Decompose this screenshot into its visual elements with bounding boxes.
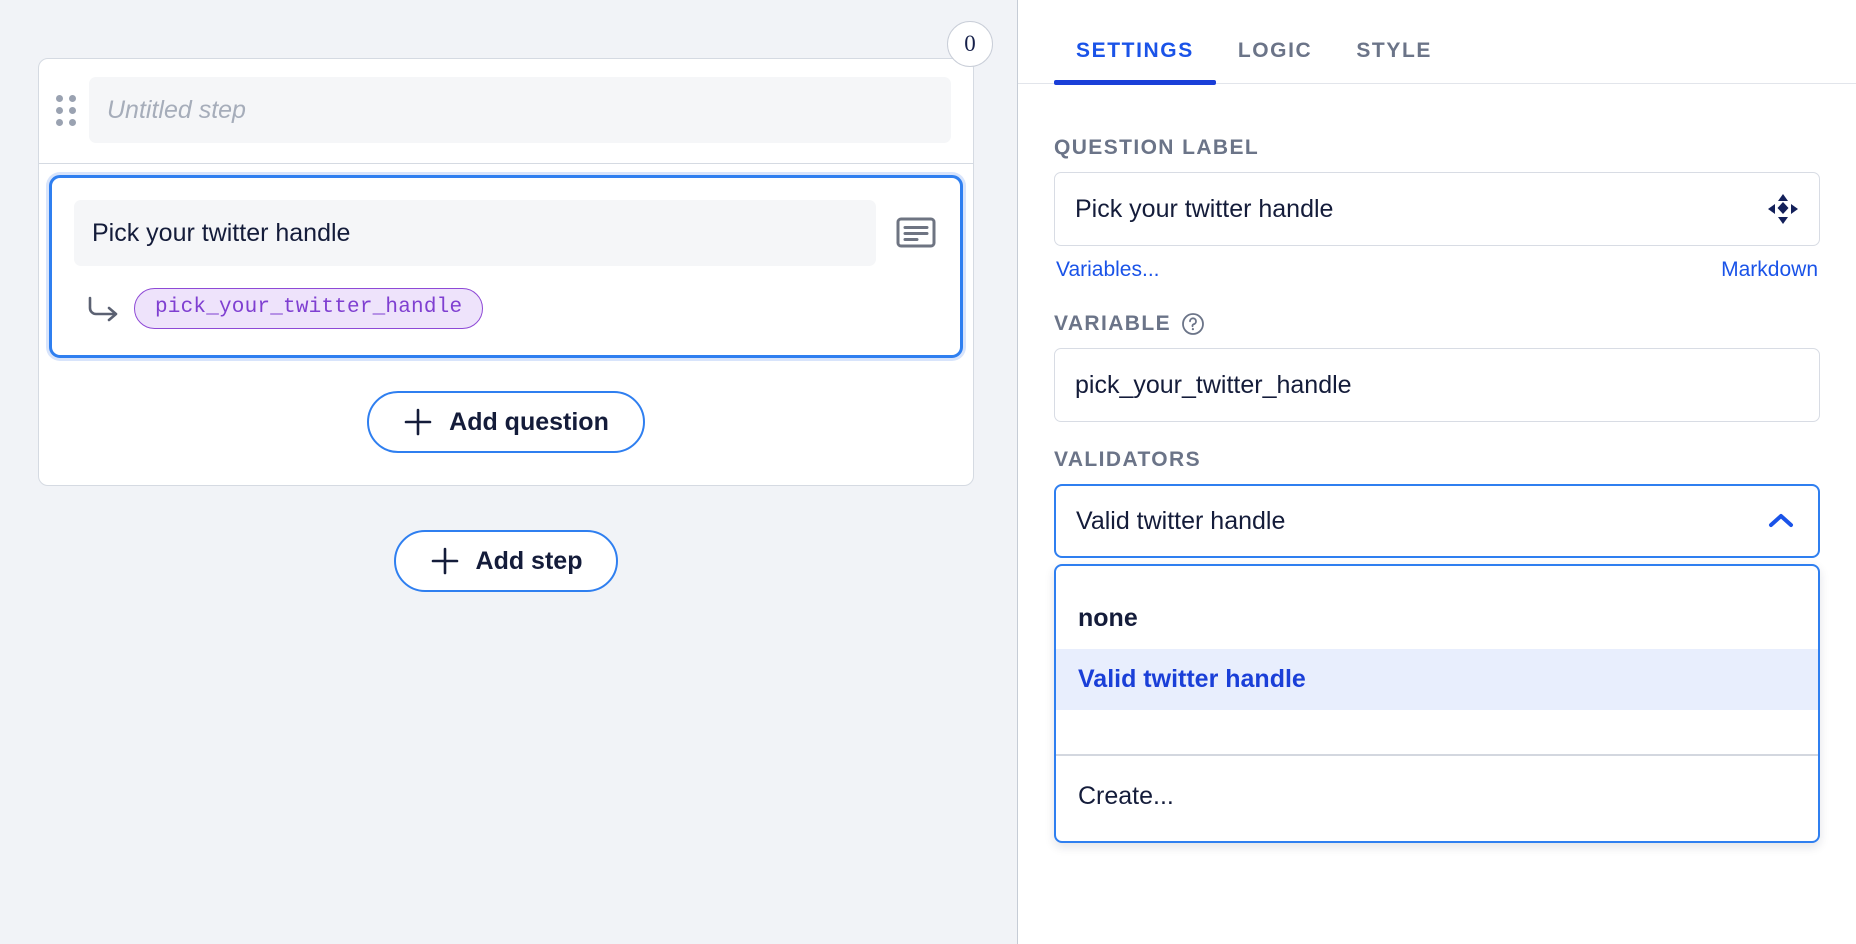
plus-icon [403,407,433,437]
step-header: Untitled step [39,59,973,164]
form-canvas: 0 Untitled step Pick your twitter handle [0,0,1018,944]
question-selection-halo: Pick your twitter handle pick_your_twitt… [46,172,966,361]
label-helper-links: Variables... Markdown [1056,258,1818,282]
tab-settings[interactable]: SETTINGS [1054,39,1216,85]
arrow-turn-down-right-icon [86,294,120,324]
question-label-caption: QUESTION LABEL [1054,136,1260,159]
long-text-icon[interactable] [894,210,938,254]
question-label-section-label: QUESTION LABEL [1054,136,1820,160]
panel-body: QUESTION LABEL Pick your twitter handle … [1018,84,1856,843]
validators-select[interactable]: Valid twitter handle [1054,484,1820,558]
markdown-link[interactable]: Markdown [1721,258,1818,282]
tab-style[interactable]: STYLE [1334,39,1454,83]
validators-caption: VALIDATORS [1054,448,1202,471]
app-root: 0 Untitled step Pick your twitter handle [0,0,1856,944]
move-arrows-icon[interactable] [1767,193,1799,225]
dropdown-option-valid-twitter-handle[interactable]: Valid twitter handle [1056,649,1818,710]
step-card: 0 Untitled step Pick your twitter handle [38,21,993,486]
help-circle-icon[interactable] [1181,312,1205,336]
dropdown-create-option[interactable]: Create... [1056,756,1818,841]
question-label-input[interactable]: Pick your twitter handle [1054,172,1820,246]
variable-value: pick_your_twitter_handle [1075,370,1352,399]
question-label-row: Pick your twitter handle [74,200,938,266]
dropdown-option-none[interactable]: none [1056,588,1818,649]
variable-caption: VARIABLE [1054,312,1171,335]
add-step-button[interactable]: Add step [393,530,619,592]
panel-tabs: SETTINGS LOGIC STYLE [1018,0,1856,85]
tab-logic[interactable]: LOGIC [1216,39,1335,83]
question-label-text[interactable]: Pick your twitter handle [74,200,876,266]
variable-section-label: VARIABLE [1054,312,1820,336]
validators-dropdown: none Valid twitter handle Create... [1054,564,1820,843]
chevron-up-icon[interactable] [1764,504,1798,538]
plus-icon [430,546,460,576]
settings-panel: SETTINGS LOGIC STYLE QUESTION LABEL Pick… [1018,0,1856,944]
add-question-row: Add question [39,361,973,485]
question-label-value: Pick your twitter handle [1075,194,1334,223]
add-step-row: Add step [38,530,974,592]
variables-link[interactable]: Variables... [1056,258,1160,282]
add-question-label: Add question [449,407,609,436]
question-variable-row: pick_your_twitter_handle [74,288,938,329]
variable-chip[interactable]: pick_your_twitter_handle [134,288,484,329]
add-step-label: Add step [475,546,583,575]
drag-handle-icon[interactable] [55,93,77,127]
dropdown-empty-row [1056,710,1818,754]
step-title-input[interactable]: Untitled step [89,77,951,143]
variable-input[interactable]: pick_your_twitter_handle [1054,348,1820,422]
validators-selected-value: Valid twitter handle [1076,506,1286,535]
validators-section-label: VALIDATORS [1054,448,1820,472]
add-question-button[interactable]: Add question [367,391,645,453]
question-card[interactable]: Pick your twitter handle pick_your_twitt… [49,175,963,358]
